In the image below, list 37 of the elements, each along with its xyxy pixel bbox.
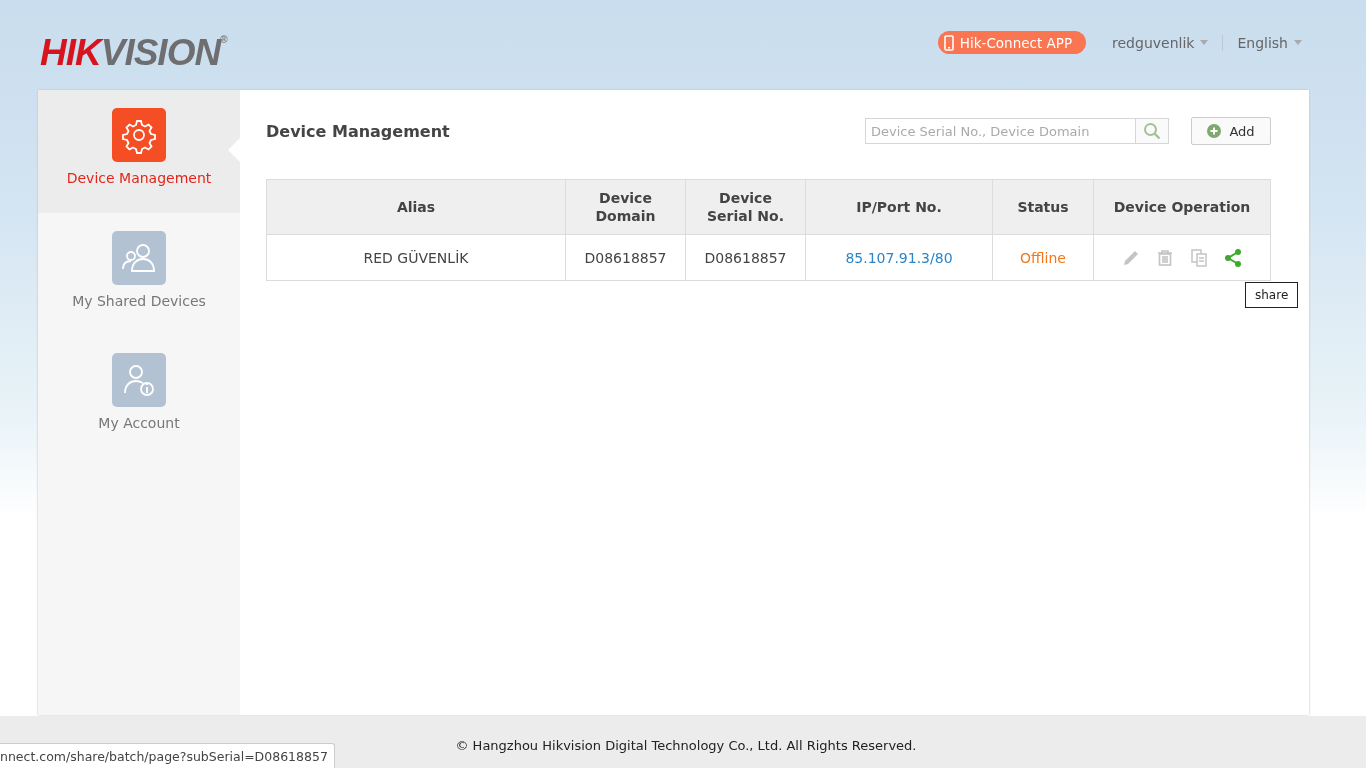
column-header: IP/Port No. bbox=[805, 179, 993, 235]
sidebar-label: Device Management bbox=[66, 170, 212, 186]
sidebar-item[interactable]: My Account bbox=[38, 335, 240, 457]
users-icon bbox=[112, 231, 166, 285]
page-title: Device Management bbox=[266, 121, 450, 141]
search-field[interactable]: Device Serial No., Device Domain bbox=[865, 118, 1135, 144]
status-url: nnect.com/share/batch/page?subSerial=D08618857 bbox=[0, 743, 335, 768]
logo: HIKVISION$^{®}$ bbox=[40, 31, 227, 73]
column-header: Alias bbox=[266, 179, 566, 235]
caret-icon bbox=[1200, 40, 1209, 45]
search-button[interactable] bbox=[1135, 118, 1169, 144]
sidebar-label: My Account bbox=[98, 415, 180, 431]
sidebar-item[interactable]: My Shared Devices bbox=[38, 213, 240, 335]
column-header: Device Serial No. bbox=[685, 179, 806, 235]
plus-icon bbox=[1207, 124, 1222, 138]
tooltip: share bbox=[1245, 282, 1299, 308]
table-cell: D08618857 bbox=[565, 234, 686, 281]
column-header: Status bbox=[992, 179, 1094, 235]
copyright-text: © Hangzhou Hikvision Digital Technology Co., Ltd. All Rights Reserved. bbox=[455, 738, 917, 755]
user-info-icon bbox=[112, 353, 166, 407]
table-cell: RED GÜVENLİK bbox=[266, 234, 566, 281]
column-header: Device Domain bbox=[565, 179, 686, 235]
app-button[interactable]: Hik-Connect APP bbox=[937, 31, 1087, 54]
column-header: Device Operation bbox=[1093, 179, 1271, 235]
sidebar-item[interactable]: Device Management bbox=[38, 90, 240, 213]
table-cell: D08618857 bbox=[685, 234, 806, 281]
ip-link[interactable]: 85.107.91.3/80 bbox=[805, 234, 993, 281]
phone-icon bbox=[943, 34, 954, 51]
share-icon[interactable] bbox=[1223, 247, 1243, 268]
caret-icon bbox=[1294, 40, 1302, 45]
user-menu[interactable]: redguvenlik bbox=[1112, 34, 1195, 51]
gear-icon bbox=[112, 108, 166, 162]
search-icon bbox=[1143, 122, 1161, 140]
language-menu[interactable]: English bbox=[1237, 34, 1288, 51]
sidebar-label: My Shared Devices bbox=[72, 293, 206, 309]
add-button[interactable]: Add bbox=[1191, 117, 1271, 145]
status-cell: Offline bbox=[992, 234, 1094, 281]
